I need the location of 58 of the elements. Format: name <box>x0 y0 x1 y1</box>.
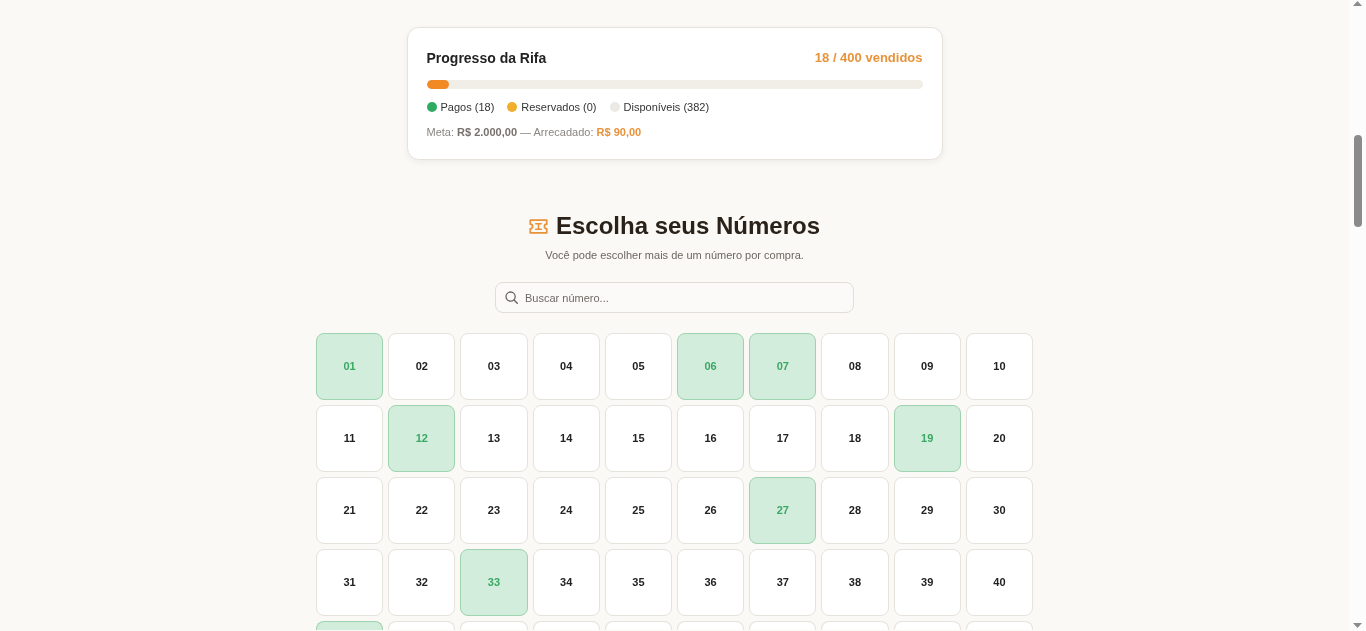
number-tile[interactable]: 05 <box>604 333 672 400</box>
number-tile[interactable] <box>460 621 528 630</box>
number-tile[interactable] <box>604 621 672 630</box>
number-tile[interactable]: 13 <box>460 405 528 472</box>
section-title: Escolha seus Números <box>555 211 821 241</box>
scrollbar-track[interactable] <box>1349 0 1366 631</box>
number-tile[interactable] <box>821 621 889 630</box>
search-icon <box>505 291 518 304</box>
number-tile[interactable]: 02 <box>388 333 456 400</box>
number-tile[interactable]: 09 <box>893 333 961 400</box>
number-tile[interactable]: 37 <box>749 549 817 616</box>
search-field[interactable]: Buscar número... <box>495 282 854 313</box>
number-tile[interactable]: 28 <box>821 477 889 544</box>
number-tile[interactable] <box>316 621 384 630</box>
goal-summary: Meta: R$ 2.000,00 — Arrecadado: R$ 90,00 <box>426 125 643 139</box>
number-tile[interactable]: 24 <box>532 477 600 544</box>
scrollbar-thumb[interactable] <box>1353 135 1362 227</box>
number-tile[interactable]: 04 <box>532 333 600 400</box>
number-tile[interactable]: 22 <box>388 477 456 544</box>
number-tile[interactable]: 31 <box>316 549 384 616</box>
number-tile[interactable]: 21 <box>316 477 384 544</box>
number-tile[interactable]: 38 <box>821 549 889 616</box>
number-tile[interactable] <box>893 621 961 630</box>
legend-label: Disponíveis (382) <box>623 100 710 114</box>
number-tile[interactable] <box>965 621 1033 630</box>
number-tile[interactable] <box>749 621 817 630</box>
legend-label: Reservados (0) <box>521 100 597 114</box>
number-tile[interactable]: 17 <box>749 405 817 472</box>
number-tile[interactable]: 34 <box>532 549 600 616</box>
number-tile[interactable]: 32 <box>388 549 456 616</box>
card-title: Progresso da Rifa <box>426 49 547 68</box>
number-tile[interactable]: 25 <box>604 477 672 544</box>
number-tile[interactable]: 30 <box>965 477 1033 544</box>
scroll-down-icon[interactable] <box>1353 623 1362 628</box>
legend-label: Pagos (18) <box>440 100 495 114</box>
number-tile[interactable]: 20 <box>965 405 1033 472</box>
number-tile[interactable]: 18 <box>821 405 889 472</box>
number-tile[interactable]: 35 <box>604 549 672 616</box>
number-tile[interactable] <box>532 621 600 630</box>
number-tile[interactable]: 39 <box>893 549 961 616</box>
sold-count: 18 / 400 vendidos <box>814 49 923 67</box>
number-tile[interactable]: 08 <box>821 333 889 400</box>
number-tile[interactable]: 15 <box>604 405 672 472</box>
scroll-up-icon[interactable] <box>1353 1 1362 6</box>
number-tile[interactable]: 10 <box>965 333 1033 400</box>
number-tile[interactable]: 14 <box>532 405 600 472</box>
number-tile[interactable]: 16 <box>677 405 745 472</box>
number-tile[interactable]: 40 <box>965 549 1033 616</box>
number-tile[interactable]: 03 <box>460 333 528 400</box>
ticket-icon <box>528 218 548 234</box>
number-tile[interactable] <box>388 621 456 630</box>
number-tile[interactable]: 29 <box>893 477 961 544</box>
number-tile[interactable] <box>677 621 745 630</box>
number-tile[interactable]: 36 <box>677 549 745 616</box>
section-subtitle: Você pode escolher mais de um número por compra. <box>545 248 804 262</box>
number-tile[interactable]: 26 <box>677 477 745 544</box>
number-tile[interactable]: 23 <box>460 477 528 544</box>
number-tile[interactable]: 11 <box>316 405 384 472</box>
